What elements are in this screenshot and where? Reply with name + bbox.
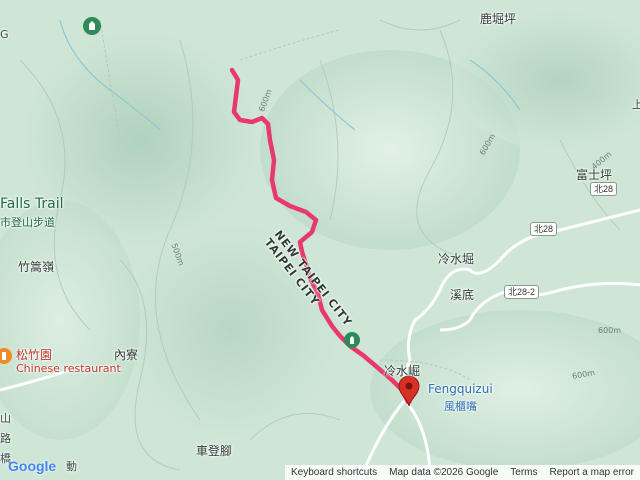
road-shield-bei28-east: 北28 [590, 182, 618, 196]
place-label-lukou: 鹿堀坪 [480, 12, 517, 26]
google-logo: Google [8, 458, 57, 474]
terrain-map[interactable] [0, 0, 640, 480]
trail-label-falls-zh: 市登山步道 [0, 216, 55, 229]
partial-label-g: G [0, 28, 9, 41]
partial-label-shan: 山 [0, 412, 11, 425]
place-label-lengshuiqu: 冷水崛 [384, 364, 421, 378]
report-error-link[interactable]: Report a map error [544, 467, 640, 478]
poi-songzhuyuan[interactable]: 松竹園 [16, 346, 52, 363]
terms-link[interactable]: Terms [504, 467, 543, 478]
poi-fengguizui-zh[interactable]: 風櫃嘴 [444, 398, 477, 414]
place-label-neiliao: 內寮 [114, 348, 139, 362]
partial-label-lu: 路 [0, 432, 11, 445]
place-label-zhuhaoling: 竹篙嶺 [18, 260, 55, 274]
poi-fengguizui-en[interactable]: Fengquizui [428, 382, 493, 396]
poi-songzhuyuan-en[interactable]: Chinese restaurant [16, 362, 121, 375]
attribution-bar: Keyboard shortcuts Map data ©2026 Google… [284, 465, 640, 480]
park-marker-icon[interactable] [83, 17, 101, 35]
place-label-lengshuiku: 冷水堀 [438, 252, 475, 266]
road-shield-bei28: 北28 [530, 222, 558, 236]
keyboard-shortcuts-link[interactable]: Keyboard shortcuts [285, 467, 383, 478]
trail-label-falls: Falls Trail [0, 196, 64, 212]
road-shield-bei28-2: 北28-2 [504, 285, 540, 299]
map-data-text: Map data ©2026 Google [389, 467, 499, 478]
place-label-chedengjiao: 車登腳 [196, 444, 233, 458]
partial-label-bottom: 動 [66, 460, 77, 473]
place-label-xidi: 溪底 [450, 288, 475, 302]
partial-label-shang: 上 [632, 98, 640, 111]
trail-marker-icon[interactable] [344, 332, 360, 348]
elevation-label-6: 600m [598, 326, 622, 335]
